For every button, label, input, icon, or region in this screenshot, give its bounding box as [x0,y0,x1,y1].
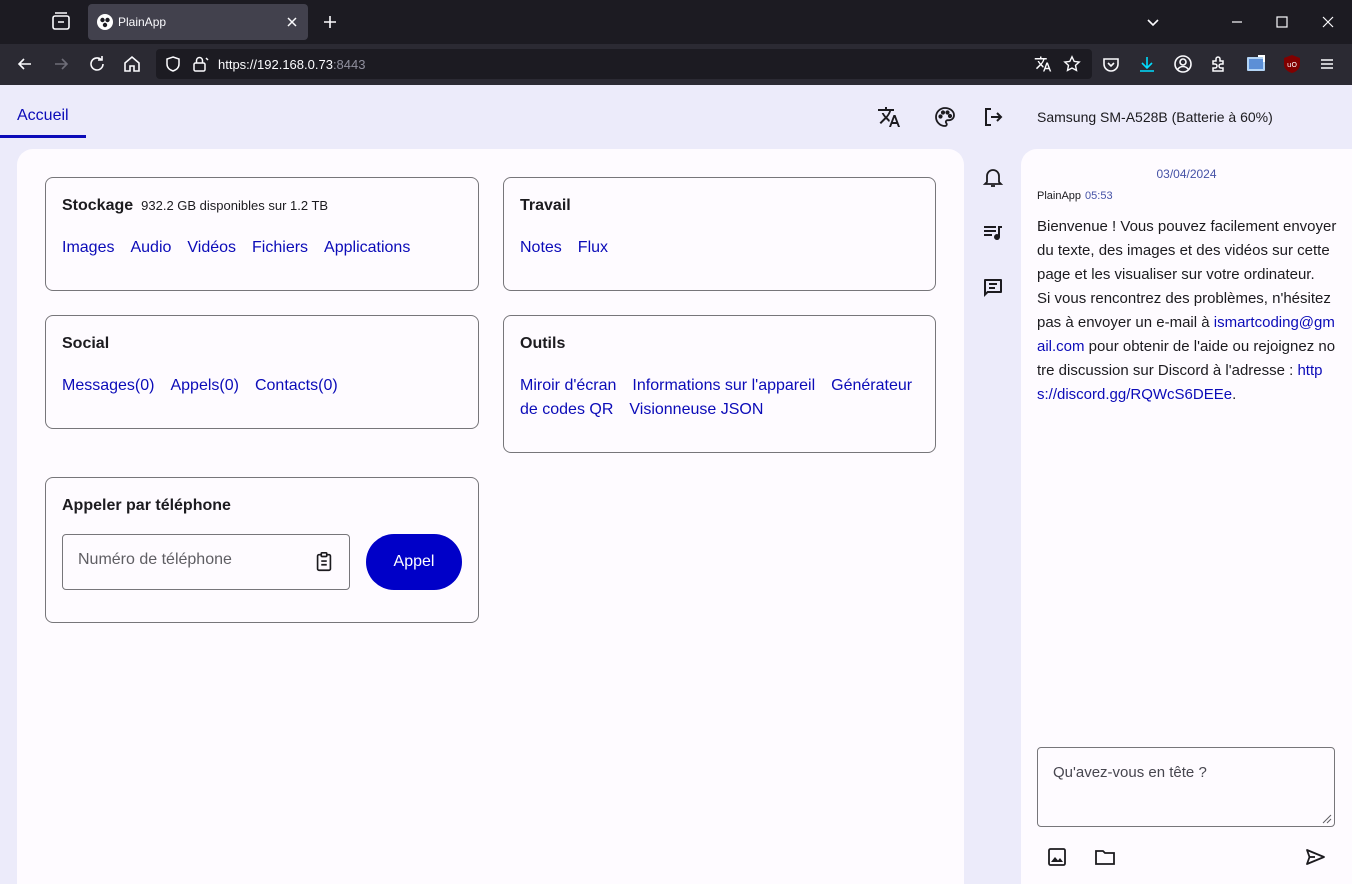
chat-textarea[interactable] [1053,764,1319,818]
tab-list-icon[interactable] [49,10,73,34]
work-links: Notes Flux [520,236,624,260]
social-card: Social Messages(0) Appels(0) Contacts(0) [45,315,479,429]
call-title: Appeler par téléphone [62,497,231,514]
url-text[interactable]: https://192.168.0.73:8443 [218,57,365,72]
lock-warning-icon[interactable] [191,55,209,73]
plainapp-favicon-icon [97,14,113,30]
tab-indicator [0,135,86,138]
link-screen-mirror[interactable]: Miroir d'écran [520,377,616,394]
link-messages[interactable]: Messages(0) [62,377,154,394]
chat-message-line-1: Bienvenue ! Vous pouvez facilement envoy… [1037,218,1337,283]
chat-sender: PlainApp [1037,190,1082,202]
menu-hamburger-icon[interactable] [1317,54,1337,74]
link-notes[interactable]: Notes [520,239,562,256]
theme-palette-icon[interactable] [933,105,957,129]
back-arrow-icon[interactable] [15,54,35,74]
tab-title: PlainApp [118,15,167,29]
link-contacts[interactable]: Contacts(0) [255,377,338,394]
work-title: Travail [520,197,571,214]
url-host: https://192.168.0.73 [218,57,333,72]
link-audio[interactable]: Audio [130,239,171,256]
send-file-folder-icon[interactable] [1093,845,1117,869]
list-all-tabs-chevron-icon[interactable] [1143,12,1163,32]
minimize-window-icon[interactable] [1227,12,1247,32]
chat-sender-line: PlainApp 05:53 [1037,190,1113,202]
send-image-icon[interactable] [1045,845,1069,869]
chat-message-text-end: . [1232,386,1237,403]
chat-input-field[interactable] [1037,747,1335,827]
link-apps[interactable]: Applications [324,239,410,256]
social-links: Messages(0) Appels(0) Contacts(0) [62,374,354,398]
link-images[interactable]: Images [62,239,114,256]
link-files[interactable]: Fichiers [252,239,308,256]
storage-title-text: Stockage [62,197,134,214]
call-button[interactable]: Appel [366,534,462,590]
chat-panel: 03/04/2024 PlainApp 05:53 Bienvenue ! Vou… [1021,149,1352,884]
chat-date: 03/04/2024 [1156,167,1217,181]
maximize-window-icon[interactable] [1272,12,1292,32]
call-card: Appeler par téléphone Appel [45,477,479,623]
reload-icon[interactable] [87,54,107,74]
link-json-viewer[interactable]: Visionneuse JSON [629,401,763,418]
browser-tab-active[interactable]: PlainApp [88,4,308,40]
link-device-info[interactable]: Informations sur l'appareil [632,377,815,394]
link-videos[interactable]: Vidéos [187,239,236,256]
new-tab-icon[interactable] [320,12,340,32]
logout-icon[interactable] [981,105,1005,129]
phone-number-input[interactable] [78,551,308,569]
tools-card: Outils Miroir d'écran Informations sur l'… [503,315,936,453]
bookmark-star-icon[interactable] [1063,55,1081,73]
storage-title: Stockage 932.2 GB disponibles sur 1.2 TB [62,197,328,215]
playlist-music-icon[interactable] [981,221,1005,245]
clipboard-paste-icon[interactable] [313,551,335,573]
resize-grip-icon[interactable] [1320,812,1332,824]
send-message-icon[interactable] [1303,845,1327,869]
tools-links: Miroir d'écran Informations sur l'apparei… [520,374,930,422]
plainapp-page: Accueil Samsung SM-A528B (Batterie à 60%… [0,85,1352,884]
url-bar[interactable]: https://192.168.0.73:8443 [156,49,1092,79]
ublock-origin-icon[interactable]: uO [1282,54,1302,74]
pocket-icon[interactable] [1101,54,1121,74]
browser-nav-bar: https://192.168.0.73:8443 uO [0,44,1352,85]
browser-tab-bar: PlainApp [0,0,1352,44]
chat-message: Bienvenue ! Vous pouvez facilement envoy… [1037,215,1337,407]
work-card: Travail Notes Flux [503,177,936,291]
svg-text:uO: uO [1287,61,1297,69]
device-battery-label: Samsung SM-A528B (Batterie à 60%) [1037,109,1273,125]
forward-arrow-icon[interactable] [51,54,71,74]
phone-number-field[interactable] [62,534,350,590]
account-icon[interactable] [1173,54,1193,74]
dashboard-panel: Stockage 932.2 GB disponibles sur 1.2 TB … [17,149,964,884]
chat-time: 05:53 [1085,190,1113,202]
storage-capacity: 932.2 GB disponibles sur 1.2 TB [141,198,329,213]
downloads-icon[interactable] [1137,54,1157,74]
url-port: :8443 [332,57,366,72]
home-icon[interactable] [122,54,142,74]
shield-icon[interactable] [164,55,182,73]
tools-title: Outils [520,335,566,352]
link-feeds[interactable]: Flux [578,239,608,256]
extensions-puzzle-icon[interactable] [1209,54,1229,74]
social-title: Social [62,335,110,352]
tab-close-icon[interactable] [284,14,300,30]
storage-links: Images Audio Vidéos Fichiers Applications [62,236,426,260]
translate-page-icon[interactable] [1034,55,1052,73]
chat-message-line-2: Si vous rencontrez des problèmes, n'hési… [1037,287,1337,407]
chat-message-icon[interactable] [981,276,1005,300]
link-calls[interactable]: Appels(0) [170,377,238,394]
close-window-icon[interactable] [1318,12,1338,32]
language-translate-icon[interactable] [877,105,901,129]
tab-accueil[interactable]: Accueil [17,107,69,125]
extension-screenshot-icon[interactable] [1246,54,1266,74]
storage-card: Stockage 932.2 GB disponibles sur 1.2 TB … [45,177,479,291]
notifications-bell-icon[interactable] [981,165,1005,189]
